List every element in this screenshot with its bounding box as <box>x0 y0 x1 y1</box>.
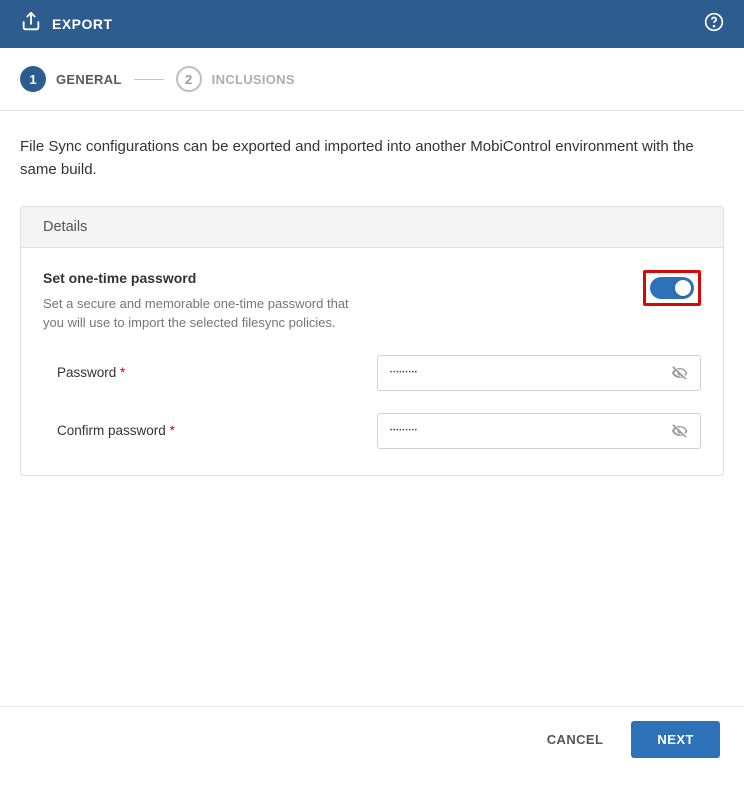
step-inclusions[interactable]: 2 INCLUSIONS <box>176 66 295 92</box>
confirm-password-input[interactable]: ••••••••• <box>377 413 701 449</box>
stepper: 1 GENERAL 2 INCLUSIONS <box>0 48 744 111</box>
set-password-toggle[interactable] <box>650 277 694 299</box>
step-number-1: 1 <box>20 66 46 92</box>
step-divider <box>134 79 164 80</box>
password-value: ••••••••• <box>390 370 670 376</box>
confirm-label-wrap: Confirm password * <box>57 423 357 438</box>
step-label-general: GENERAL <box>56 72 122 87</box>
set-password-row: Set one-time password Set a secure and m… <box>43 270 701 333</box>
password-label: Password <box>57 365 116 380</box>
password-label-wrap: Password * <box>57 365 357 380</box>
toggle-description: Set a secure and memorable one-time pass… <box>43 294 373 333</box>
toggle-text: Set one-time password Set a secure and m… <box>43 270 643 333</box>
details-header: Details <box>21 207 723 248</box>
intro-text: File Sync configurations can be exported… <box>20 135 724 182</box>
step-number-2: 2 <box>176 66 202 92</box>
required-asterisk: * <box>120 365 125 380</box>
next-button[interactable]: NEXT <box>631 721 720 758</box>
confirm-password-label: Confirm password <box>57 423 166 438</box>
details-body: Set one-time password Set a secure and m… <box>21 248 723 475</box>
eye-off-icon[interactable] <box>670 363 690 383</box>
dialog-title: EXPORT <box>52 16 113 32</box>
toggle-knob <box>675 280 691 296</box>
toggle-title: Set one-time password <box>43 270 643 286</box>
help-icon[interactable] <box>704 12 724 37</box>
header-left: EXPORT <box>20 11 113 38</box>
password-row: Password * ••••••••• <box>57 355 701 391</box>
export-icon <box>20 11 42 38</box>
step-label-inclusions: INCLUSIONS <box>212 72 295 87</box>
required-asterisk: * <box>170 423 175 438</box>
confirm-password-row: Confirm password * ••••••••• <box>57 413 701 449</box>
dialog-footer: CANCEL NEXT <box>0 706 744 772</box>
details-card: Details Set one-time password Set a secu… <box>20 206 724 476</box>
password-input[interactable]: ••••••••• <box>377 355 701 391</box>
confirm-password-value: ••••••••• <box>390 428 670 434</box>
content-area: File Sync configurations can be exported… <box>0 111 744 706</box>
eye-off-icon[interactable] <box>670 421 690 441</box>
toggle-highlight-box <box>643 270 701 306</box>
password-fields: Password * ••••••••• Confirm password * <box>43 355 701 449</box>
dialog-header: EXPORT <box>0 0 744 48</box>
step-general[interactable]: 1 GENERAL <box>20 66 122 92</box>
cancel-button[interactable]: CANCEL <box>541 722 610 757</box>
